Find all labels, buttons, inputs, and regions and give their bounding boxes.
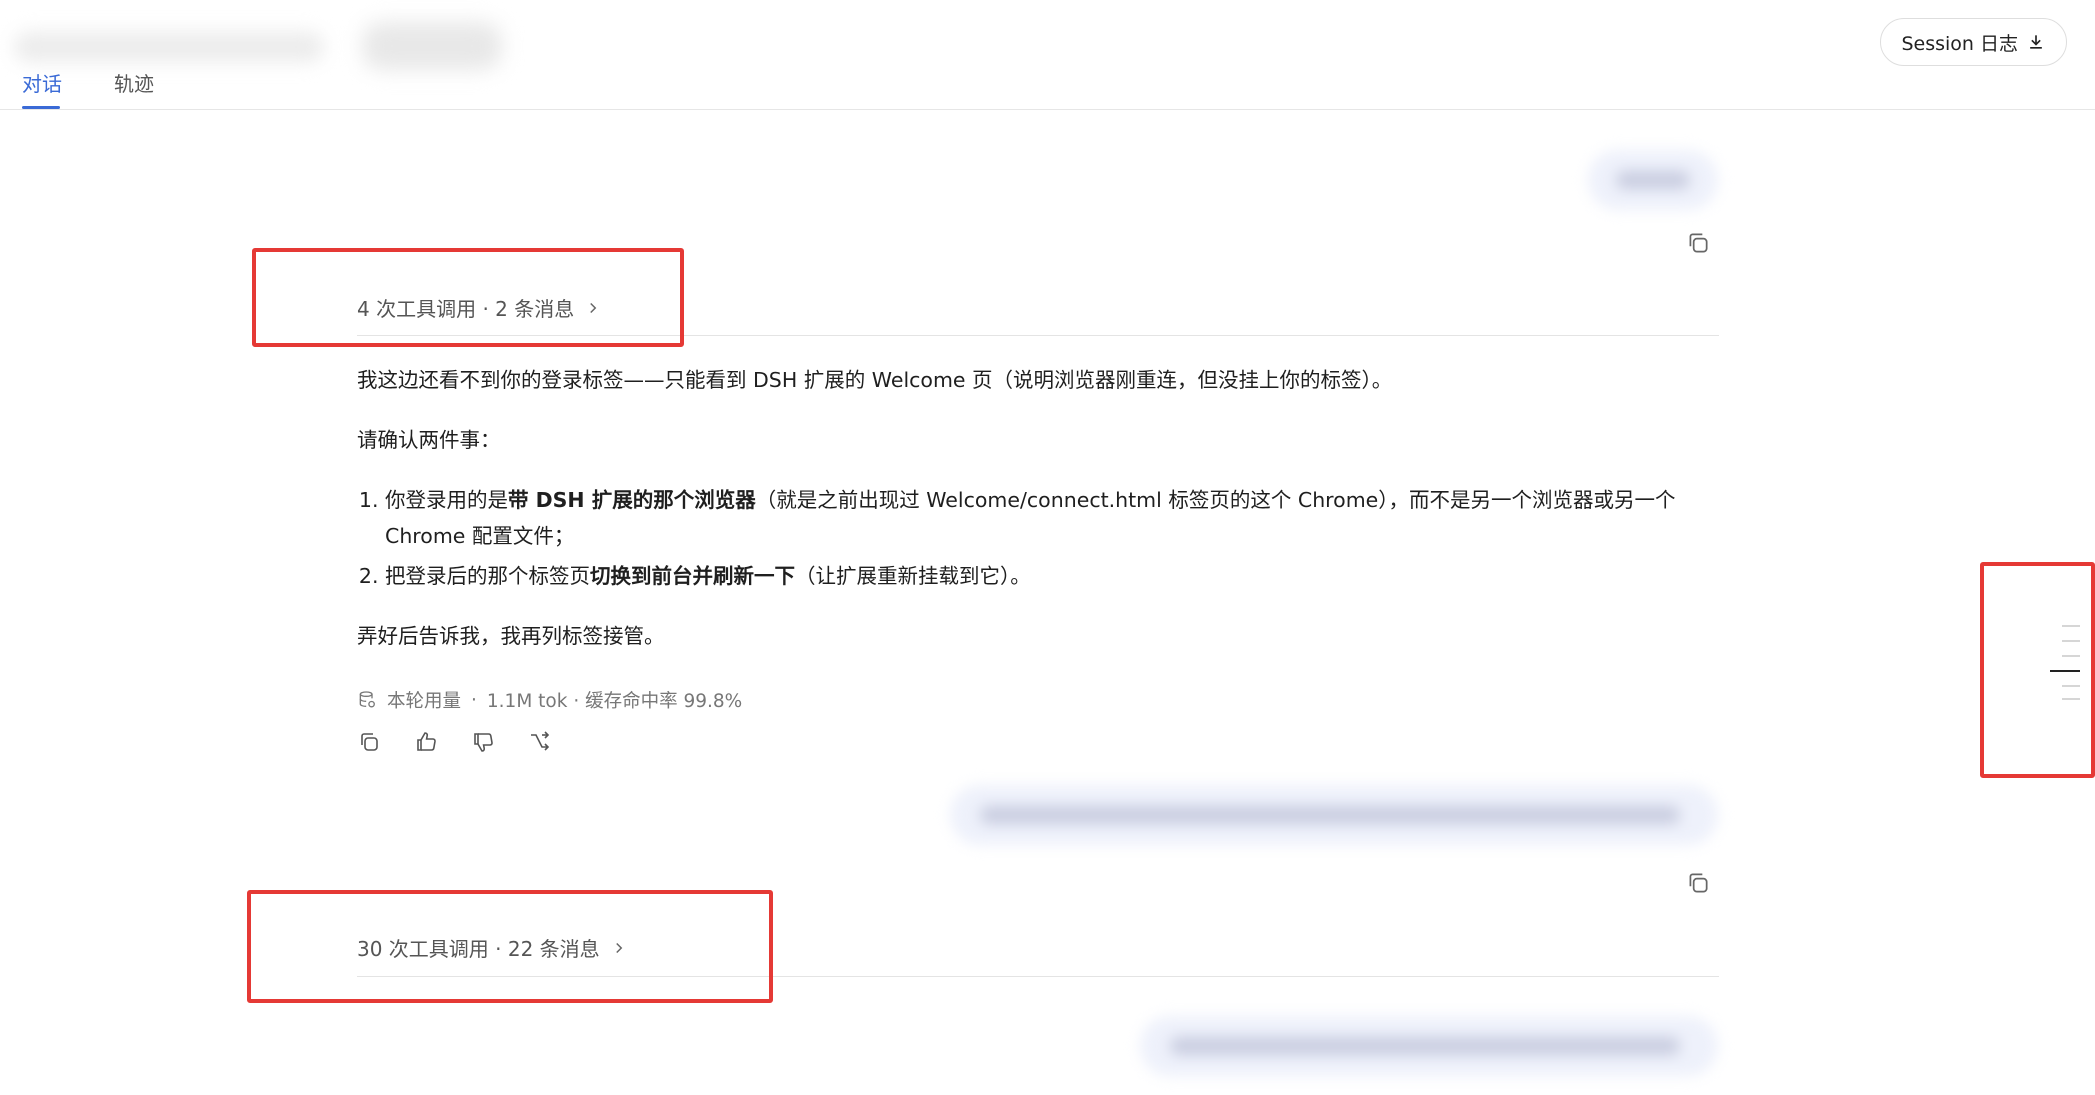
usage-detail: 1.1M tok · 缓存命中率 99.8% xyxy=(486,691,743,712)
tool-call-summary[interactable]: 30 次工具调用 · 22 条消息 xyxy=(357,933,628,962)
user-message-bubble xyxy=(1588,150,1718,210)
list-item-bold: 带 DSH 扩展的那个浏览器 xyxy=(508,488,756,512)
header: 对话 轨迹 Session 日志 xyxy=(0,0,2095,110)
divider xyxy=(357,335,1719,336)
divider xyxy=(357,976,1719,977)
list-item-bold: 切换到前台并刷新一下 xyxy=(590,564,795,588)
list-item-text: （让扩展重新挂载到它）。 xyxy=(795,564,1031,588)
branch-button[interactable] xyxy=(528,730,552,754)
session-log-label: Session 日志 xyxy=(1901,32,2018,55)
reply-paragraph: 请确认两件事： xyxy=(357,428,501,452)
list-item: 你登录用的是带 DSH 扩展的那个浏览器（就是之前出现过 Welcome/con… xyxy=(385,482,1697,554)
branch-icon xyxy=(531,731,550,751)
reply-paragraph: 我这边还看不到你的登录标签——只能看到 DSH 扩展的 Welcome 页（说明… xyxy=(357,368,1393,392)
tool-call-summary-label: 30 次工具调用 · 22 条消息 xyxy=(357,937,600,961)
copy-icon[interactable] xyxy=(1685,870,1711,896)
download-icon xyxy=(2030,35,2042,49)
active-tab-indicator xyxy=(22,106,60,109)
conversation-area: 4 次工具调用 · 2 条消息 我这边还看不到你的登录标签——只能看到 DSH … xyxy=(0,0,2095,1095)
chevron-right-icon xyxy=(615,942,622,953)
copy-icon xyxy=(361,733,378,751)
thumbs-up-button[interactable] xyxy=(414,730,438,754)
usage-info: 本轮用量 · 1.1M tok · 缓存命中率 99.8% xyxy=(357,687,742,713)
list-item-text: 把登录后的那个标签页 xyxy=(385,564,590,588)
user-message-bubble xyxy=(950,785,1718,845)
usage-label: 本轮用量 xyxy=(387,691,462,712)
tool-call-summary-label: 4 次工具调用 · 2 条消息 xyxy=(357,297,575,321)
chevron-right-icon xyxy=(590,302,597,313)
tab-label: 对话 xyxy=(22,72,62,96)
conversation-title xyxy=(14,32,324,62)
usage-separator: · xyxy=(471,689,477,711)
copy-button[interactable] xyxy=(357,730,381,754)
assistant-reply: 我这边还看不到你的登录标签——只能看到 DSH 扩展的 Welcome 页（说明… xyxy=(357,362,1697,678)
copy-icon[interactable] xyxy=(1685,230,1711,256)
list-item-text: 你登录用的是 xyxy=(385,488,508,512)
user-message-bubble xyxy=(1140,1016,1718,1076)
thumbs-down-icon xyxy=(474,733,493,752)
conversation-subtitle xyxy=(362,22,502,70)
database-icon xyxy=(359,691,375,708)
thumbs-down-button[interactable] xyxy=(471,730,495,754)
tool-call-summary[interactable]: 4 次工具调用 · 2 条消息 xyxy=(357,293,602,322)
thumbs-up-icon xyxy=(417,732,436,751)
tab-label: 轨迹 xyxy=(114,72,154,96)
message-actions xyxy=(357,730,552,754)
reply-paragraph: 弄好后告诉我，我再列标签接管。 xyxy=(357,624,665,648)
list-item: 把登录后的那个标签页切换到前台并刷新一下（让扩展重新挂载到它）。 xyxy=(385,558,1697,594)
reply-list: 你登录用的是带 DSH 扩展的那个浏览器（就是之前出现过 Welcome/con… xyxy=(357,482,1697,594)
tab-trajectory[interactable]: 轨迹 xyxy=(114,70,154,98)
tab-conversation[interactable]: 对话 xyxy=(22,70,62,98)
scroll-minimap[interactable] xyxy=(2040,620,2080,700)
session-log-button[interactable]: Session 日志 xyxy=(1880,18,2067,66)
